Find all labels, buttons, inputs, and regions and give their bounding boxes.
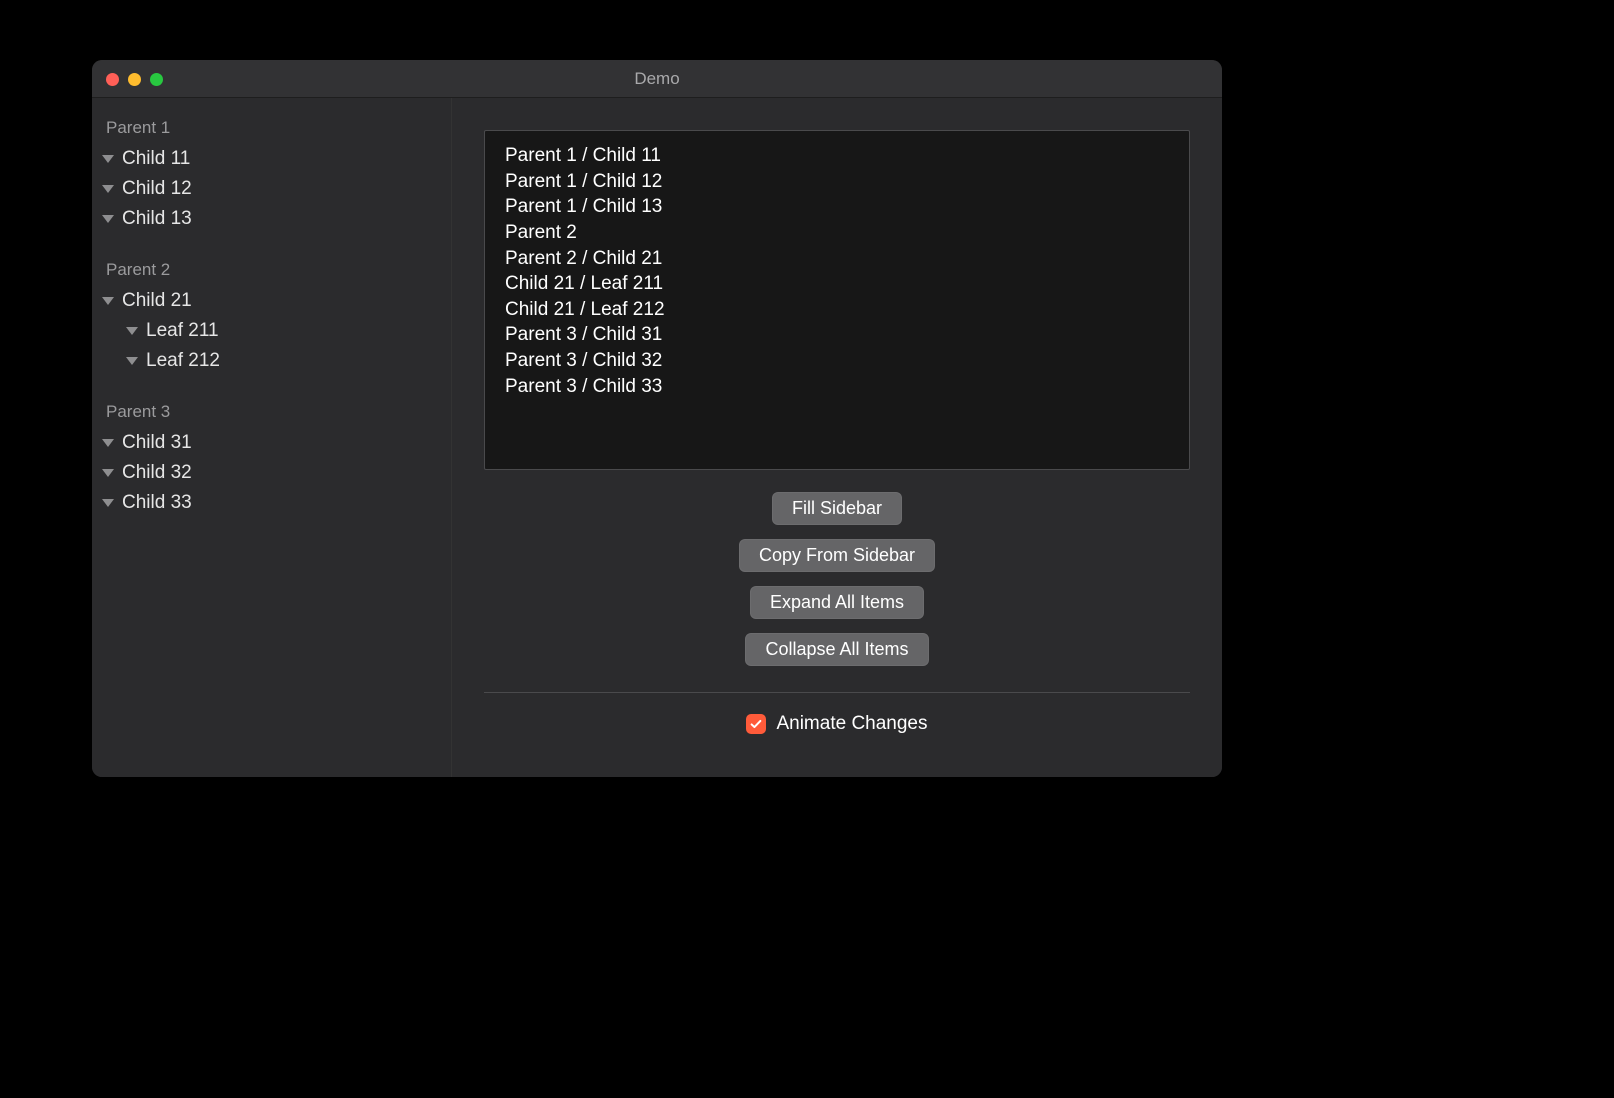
sidebar-item-label: Child 12 bbox=[122, 178, 192, 200]
zoom-icon[interactable] bbox=[150, 73, 163, 86]
sidebar-item[interactable]: Child 33 bbox=[92, 488, 451, 518]
sidebar-group-header: Parent 1 bbox=[92, 108, 451, 144]
main-pane: Parent 1 / Child 11 Parent 1 / Child 12 … bbox=[452, 98, 1222, 777]
divider bbox=[484, 692, 1190, 693]
window-title: Demo bbox=[634, 69, 679, 89]
sidebar-item-label: Leaf 211 bbox=[146, 320, 219, 342]
output-textview[interactable]: Parent 1 / Child 11 Parent 1 / Child 12 … bbox=[484, 130, 1190, 470]
sidebar-item[interactable]: Child 11 bbox=[92, 144, 451, 174]
disclosure-triangle-icon[interactable] bbox=[102, 439, 114, 447]
disclosure-triangle-icon[interactable] bbox=[102, 185, 114, 193]
titlebar[interactable]: Demo bbox=[92, 60, 1222, 98]
sidebar-group-header: Parent 3 bbox=[92, 392, 451, 428]
sidebar-item[interactable]: Leaf 211 bbox=[92, 316, 451, 346]
sidebar-item[interactable]: Child 12 bbox=[92, 174, 451, 204]
sidebar-item[interactable]: Child 13 bbox=[92, 204, 451, 234]
sidebar-item[interactable]: Child 21 bbox=[92, 286, 451, 316]
disclosure-triangle-icon[interactable] bbox=[126, 357, 138, 365]
sidebar-item[interactable]: Child 32 bbox=[92, 458, 451, 488]
sidebar-item-label: Child 32 bbox=[122, 462, 192, 484]
expand-all-button[interactable]: Expand All Items bbox=[750, 586, 924, 619]
sidebar-item-label: Child 11 bbox=[122, 148, 190, 170]
fill-sidebar-button[interactable]: Fill Sidebar bbox=[772, 492, 902, 525]
sidebar-item-label: Child 21 bbox=[122, 290, 192, 312]
app-window: Demo Parent 1Child 11Child 12Child 13Par… bbox=[92, 60, 1222, 777]
animate-changes-row[interactable]: Animate Changes bbox=[484, 713, 1190, 735]
sidebar-item-label: Leaf 212 bbox=[146, 350, 220, 372]
window-body: Parent 1 Child 11 Child 12 Child 13 Parent 2… bbox=[92, 98, 1222, 777]
sidebar-item-label: Child 31 bbox=[122, 432, 192, 454]
sidebar-item[interactable]: Leaf 212 bbox=[92, 346, 451, 376]
copy-from-sidebar-button[interactable]: Copy From Sidebar bbox=[739, 539, 935, 572]
disclosure-triangle-icon[interactable] bbox=[102, 215, 114, 223]
sidebar-item-label: Child 13 bbox=[122, 208, 192, 230]
sidebar-group-header: Parent 2 bbox=[92, 250, 451, 286]
sidebar[interactable]: Parent 1 Child 11 Child 12 Child 13 Parent 2… bbox=[92, 98, 452, 777]
close-icon[interactable] bbox=[106, 73, 119, 86]
disclosure-triangle-icon[interactable] bbox=[102, 469, 114, 477]
animate-changes-checkbox[interactable] bbox=[746, 714, 766, 734]
minimize-icon[interactable] bbox=[128, 73, 141, 86]
sidebar-item-label: Child 33 bbox=[122, 492, 192, 514]
disclosure-triangle-icon[interactable] bbox=[102, 499, 114, 507]
collapse-all-button[interactable]: Collapse All Items bbox=[745, 633, 928, 666]
disclosure-triangle-icon[interactable] bbox=[102, 155, 114, 163]
checkmark-icon bbox=[749, 717, 763, 731]
animate-changes-label: Animate Changes bbox=[776, 713, 927, 735]
traffic-lights bbox=[106, 73, 163, 86]
disclosure-triangle-icon[interactable] bbox=[126, 327, 138, 335]
sidebar-item[interactable]: Child 31 bbox=[92, 428, 451, 458]
button-stack: Fill Sidebar Copy From Sidebar Expand Al… bbox=[484, 492, 1190, 666]
disclosure-triangle-icon[interactable] bbox=[102, 297, 114, 305]
